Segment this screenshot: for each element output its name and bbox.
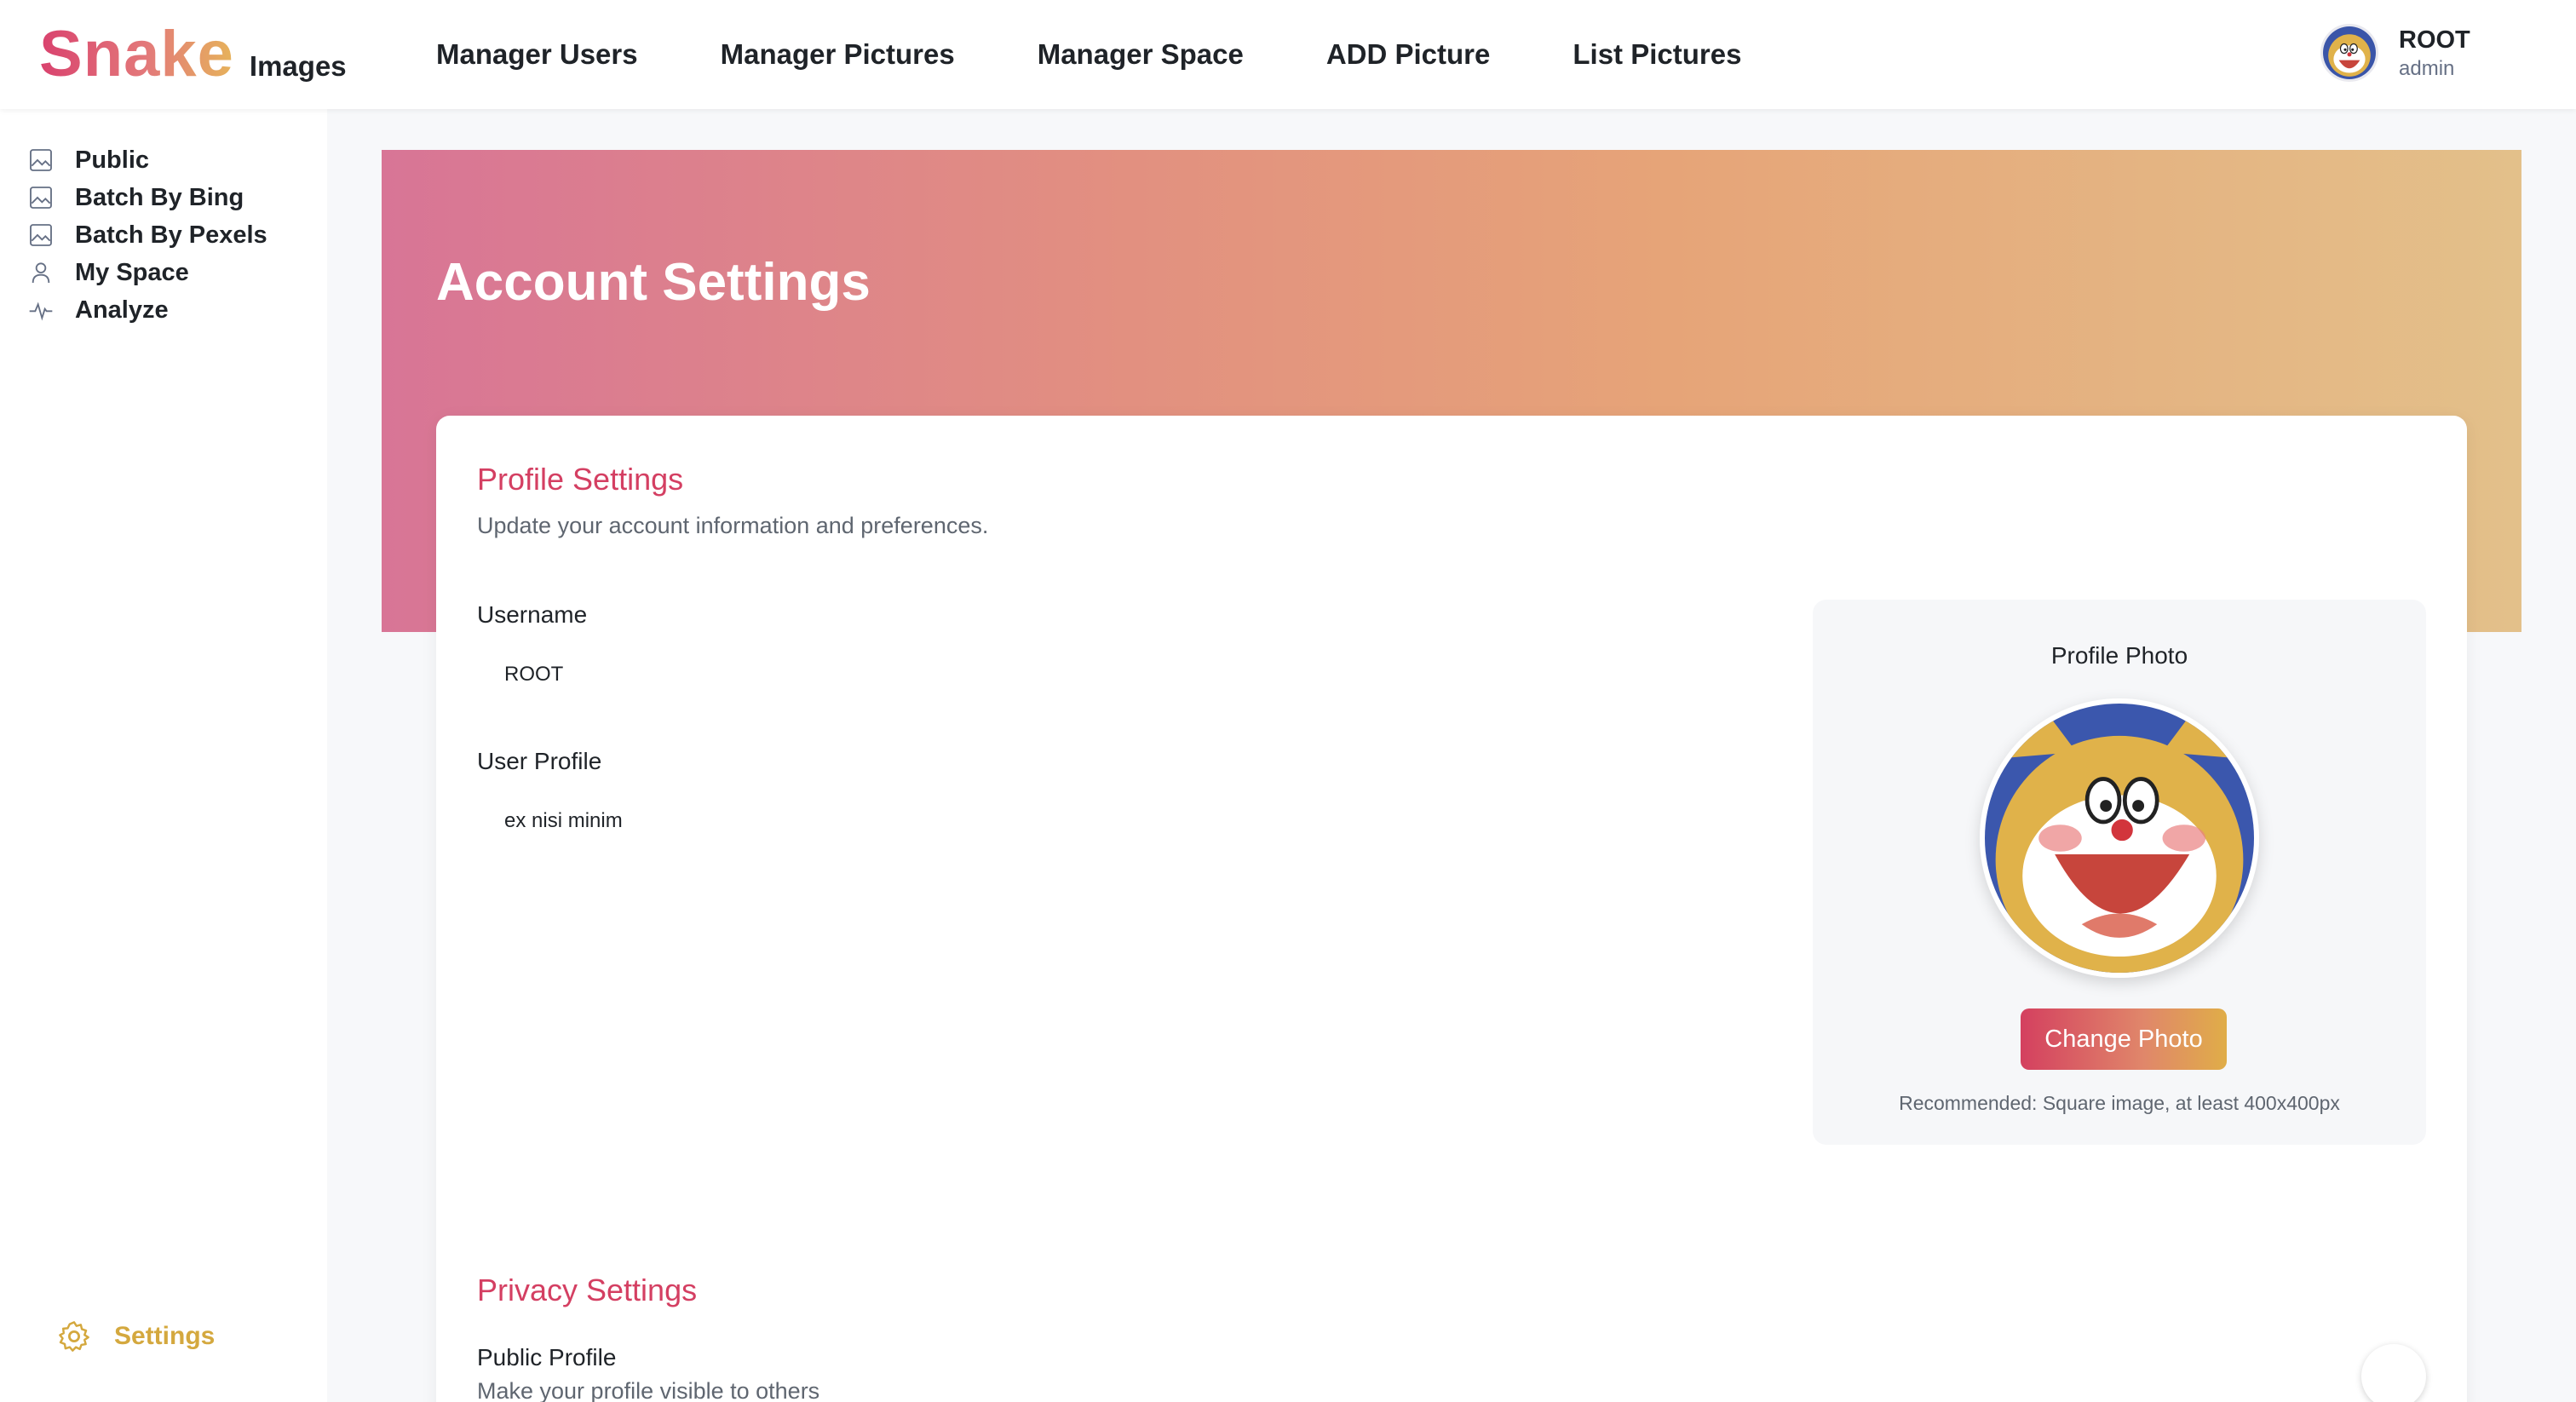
sidebar-item-label: Batch By Bing xyxy=(75,183,244,211)
sidebar-item-label: Public xyxy=(75,146,150,174)
user-name: ROOT xyxy=(2399,26,2470,54)
sidebar-item-public[interactable]: Public xyxy=(27,141,267,179)
sidebar-menu: Public Batch By Bing Batch By Pexels My … xyxy=(27,141,267,329)
image-icon xyxy=(30,187,52,209)
avatar[interactable] xyxy=(2320,24,2378,82)
nav-list-pictures[interactable]: List Pictures xyxy=(1573,38,1741,71)
sidebar-settings[interactable]: Settings xyxy=(56,1319,215,1354)
photo-recommendation: Recommended: Square image, at least 400x… xyxy=(1899,1092,2340,1114)
top-header: Snake Images Manager Users Manager Pictu… xyxy=(0,0,2576,109)
logo-suffix: Images xyxy=(249,50,347,82)
sidebar: Public Batch By Bing Batch By Pexels My … xyxy=(0,109,327,1402)
profile-photo xyxy=(1980,698,2259,978)
profile-settings-title: Profile Settings xyxy=(477,462,684,497)
user-profile-field[interactable]: ex nisi minim xyxy=(477,794,1738,848)
logo[interactable]: Snake Images xyxy=(39,15,347,94)
profile-settings-subtitle: Update your account information and pref… xyxy=(477,513,989,538)
gear-icon xyxy=(59,1321,89,1352)
username-label: Username xyxy=(477,601,588,628)
public-profile-label: Public Profile xyxy=(477,1344,617,1370)
public-profile-toggle[interactable] xyxy=(2361,1344,2426,1402)
change-photo-button[interactable]: Change Photo xyxy=(2021,1008,2227,1070)
user-icon xyxy=(32,262,50,284)
image-icon xyxy=(30,149,52,171)
sidebar-item-batch-by-bing[interactable]: Batch By Bing xyxy=(27,179,267,216)
user-role: admin xyxy=(2399,57,2455,80)
settings-card: Profile Settings Update your account inf… xyxy=(436,416,2467,1402)
sidebar-item-label: Analyze xyxy=(75,296,169,324)
profile-photo-panel: Profile Photo Change Photo Recommended: … xyxy=(1813,600,2426,1145)
cartoon-cat-photo-icon xyxy=(1985,704,2254,973)
cartoon-cat-avatar-icon xyxy=(2323,26,2376,79)
user-profile-label: User Profile xyxy=(477,748,602,774)
nav-add-picture[interactable]: ADD Picture xyxy=(1326,38,1491,71)
user-menu[interactable]: ROOT admin xyxy=(2320,24,2470,82)
privacy-settings-title: Privacy Settings xyxy=(477,1273,698,1307)
nav-manager-pictures[interactable]: Manager Pictures xyxy=(721,38,955,71)
settings-label: Settings xyxy=(114,1322,216,1350)
pulse-icon xyxy=(29,302,53,321)
sidebar-item-label: Batch By Pexels xyxy=(75,221,267,249)
sidebar-item-analyze[interactable]: Analyze xyxy=(27,291,267,329)
username-field[interactable]: ROOT xyxy=(477,647,1738,702)
nav-manager-space[interactable]: Manager Space xyxy=(1038,38,1244,71)
sidebar-item-batch-by-pexels[interactable]: Batch By Pexels xyxy=(27,216,267,254)
nav-manager-users[interactable]: Manager Users xyxy=(436,38,638,71)
public-profile-description: Make your profile visible to others xyxy=(477,1378,820,1402)
logo-brand: Snake xyxy=(39,15,234,94)
image-icon xyxy=(30,224,52,246)
sidebar-item-label: My Space xyxy=(75,258,189,286)
top-nav: Manager Users Manager Pictures Manager S… xyxy=(436,0,1741,109)
sidebar-item-my-space[interactable]: My Space xyxy=(27,254,267,291)
page-title: Account Settings xyxy=(436,253,871,312)
profile-photo-label: Profile Photo xyxy=(2050,642,2188,669)
user-info: ROOT admin xyxy=(2399,24,2470,82)
